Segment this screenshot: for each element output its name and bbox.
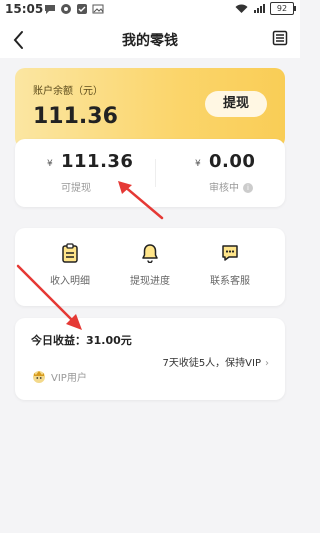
menu-item-label: 联系客服 — [210, 276, 250, 287]
page-title: 我的零钱 — [122, 33, 178, 49]
chevron-right-icon: › — [265, 358, 269, 369]
nav-bar: 我的零钱 — [0, 20, 300, 58]
account-balance-label: 账户余额（元） — [33, 86, 103, 97]
account-balance-value: 111.36 — [33, 104, 118, 129]
divider — [155, 159, 156, 187]
available-amount: 111.36 — [61, 151, 134, 172]
status-right: 92 — [235, 2, 296, 15]
notification-icons — [44, 3, 104, 15]
vip-badge: VIP用户 — [31, 368, 87, 384]
pending-label: 审核中 — [209, 183, 239, 194]
image-notification-icon — [92, 4, 104, 14]
balance-card: ¥ 111.36 可提现 ¥ 0.00 审核中 i — [15, 139, 285, 207]
menu-card: 收入明细 提现进度 联系客服 — [15, 228, 285, 306]
pending-label-wrap: 审核中 i — [209, 179, 253, 194]
status-time: 15:05 — [5, 2, 44, 16]
chat-icon — [222, 245, 238, 261]
pending-amount: 0.00 — [209, 151, 256, 172]
earnings-card: 今日收益：31.00元 7天收徒5人，保持VIP › VIP用户 — [15, 318, 285, 400]
info-icon[interactable]: i — [243, 183, 253, 193]
vip-label: VIP用户 — [51, 372, 87, 384]
vip-promo-link[interactable]: 7天收徒5人，保持VIP › — [162, 354, 269, 369]
vip-promo-text: 7天收徒5人，保持VIP — [162, 358, 261, 369]
wifi-icon — [235, 4, 248, 13]
menu-item-label: 收入明细 — [50, 276, 90, 287]
message-icon — [61, 4, 71, 14]
battery-icon: 92 — [270, 2, 296, 15]
today-earnings: 今日收益：31.00元 — [31, 334, 132, 347]
currency-symbol: ¥ — [195, 159, 201, 169]
withdraw-button[interactable]: 提现 — [205, 91, 267, 117]
menu-item-contact-support[interactable]: 联系客服 — [190, 228, 270, 306]
currency-symbol: ¥ — [47, 159, 53, 169]
available-label: 可提现 — [61, 183, 91, 194]
chat-bubble-icon — [45, 5, 55, 14]
vip-crown-avatar-icon — [33, 371, 45, 383]
menu-item-income-details[interactable]: 收入明细 — [30, 228, 110, 306]
balance-banner: 账户余额（元） 111.36 提现 — [15, 68, 285, 148]
signal-icon — [254, 3, 265, 13]
status-bar: 15:05 92 — [0, 0, 300, 20]
bell-icon — [142, 244, 158, 263]
clipboard-icon — [62, 243, 78, 263]
app-notification-icon — [77, 4, 87, 14]
records-list-icon[interactable] — [272, 30, 288, 46]
menu-item-label: 提现进度 — [130, 276, 170, 287]
menu-item-withdraw-progress[interactable]: 提现进度 — [110, 228, 190, 306]
